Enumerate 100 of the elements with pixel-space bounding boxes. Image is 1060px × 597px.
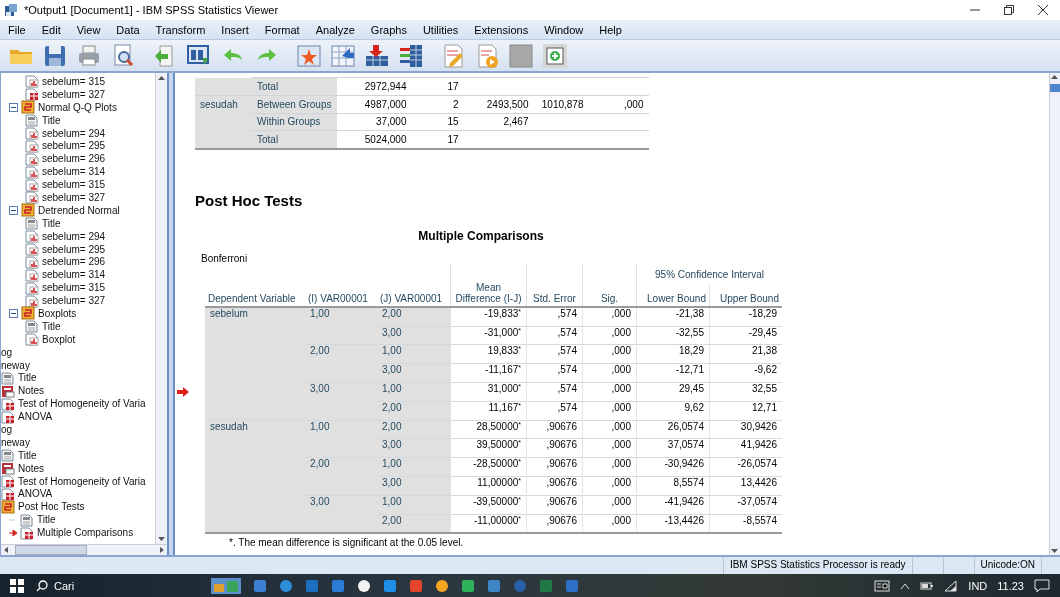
chart-icon bbox=[25, 254, 39, 269]
chevron-up-icon[interactable] bbox=[900, 581, 911, 590]
outline-item[interactable]: ANOVA bbox=[18, 411, 53, 423]
table-cell: -21,38 bbox=[636, 306, 710, 327]
keyboard-icon[interactable] bbox=[874, 579, 891, 592]
table-cell: 39,50000$^{*}$ bbox=[450, 438, 527, 458]
outline-item[interactable]: Post Hoc Tests bbox=[18, 501, 85, 513]
taskbar-app-icon[interactable] bbox=[357, 578, 371, 593]
menu-item[interactable]: Data bbox=[112, 23, 148, 36]
printer-icon[interactable] bbox=[76, 42, 102, 69]
title-icon bbox=[25, 319, 39, 334]
wifi-icon[interactable] bbox=[944, 579, 959, 592]
outline-item[interactable]: ANOVA bbox=[18, 488, 53, 500]
outline-item[interactable]: sebelum= 314 bbox=[42, 166, 106, 178]
table-cell: ,000 bbox=[582, 401, 637, 421]
table-cell: 19,833$^{*}$ bbox=[450, 344, 527, 364]
app-icon bbox=[4, 3, 18, 17]
menu-item[interactable]: Utilities bbox=[418, 23, 467, 36]
list-table-icon[interactable] bbox=[398, 42, 424, 69]
table-cell: -12,71 bbox=[636, 363, 710, 383]
clock[interactable]: 11.23 bbox=[997, 579, 1024, 592]
menu-item[interactable]: Edit bbox=[37, 23, 69, 36]
table-cell: -9,62 bbox=[709, 363, 782, 383]
close-icon[interactable] bbox=[1037, 4, 1049, 16]
table-cell: 2493,500 bbox=[463, 95, 534, 114]
outline-item[interactable]: Test of Homogeneity of Varia bbox=[18, 475, 146, 487]
outline-item[interactable]: sebelum= 295 bbox=[42, 243, 106, 255]
outline-item[interactable]: Title bbox=[18, 449, 37, 461]
menu-item[interactable]: Help bbox=[595, 23, 630, 36]
outline-item[interactable]: Notes bbox=[18, 462, 45, 474]
outline-item[interactable]: Title bbox=[37, 514, 56, 526]
outline-item[interactable]: sebelum= 327 bbox=[42, 295, 106, 307]
outline-item[interactable]: sebelum= 327 bbox=[42, 88, 106, 100]
outline-item[interactable]: neway bbox=[1, 359, 30, 371]
outline-item[interactable]: sebelum= 296 bbox=[42, 153, 106, 165]
chart-icon bbox=[25, 151, 39, 166]
download-table-icon[interactable] bbox=[364, 42, 390, 69]
menu-item[interactable]: Analyze bbox=[311, 23, 363, 36]
menu-item[interactable]: Format bbox=[260, 23, 308, 36]
picture-thumbnail-icon[interactable] bbox=[211, 577, 241, 594]
table-arrow-icon[interactable] bbox=[330, 42, 356, 69]
table-cell: 2,00 bbox=[305, 457, 377, 477]
expand-toggle[interactable] bbox=[9, 205, 18, 215]
outline-item[interactable]: sebelum= 314 bbox=[42, 269, 106, 281]
star-table-icon[interactable] bbox=[296, 42, 322, 69]
outline-item[interactable]: neway bbox=[1, 436, 30, 448]
language-indicator[interactable]: IND bbox=[968, 579, 988, 592]
outline-item[interactable]: sebelum= 294 bbox=[42, 230, 106, 242]
outline-item[interactable]: sebelum= 327 bbox=[42, 191, 106, 203]
horizontal-scrollbar[interactable] bbox=[1, 544, 167, 555]
menu-item[interactable]: Graphs bbox=[366, 23, 415, 36]
outline-item[interactable]: sebelum= 315 bbox=[42, 282, 106, 294]
menu-item[interactable]: Extensions bbox=[470, 23, 537, 36]
outline-item[interactable]: Title bbox=[42, 217, 61, 229]
outline-item[interactable]: Normal Q-Q Plots bbox=[38, 101, 117, 113]
menu-item[interactable]: File bbox=[4, 23, 34, 36]
table-cell: 1,00 bbox=[377, 457, 451, 477]
outline-item[interactable]: sebelum= 296 bbox=[42, 256, 106, 268]
outline-item[interactable]: og bbox=[1, 424, 13, 435]
table-cell: 12,71 bbox=[709, 401, 782, 421]
expand-toggle[interactable] bbox=[9, 102, 18, 112]
table-cell: 29,45 bbox=[636, 382, 710, 402]
table-cell: -26,0574 bbox=[709, 457, 782, 477]
table-cell: 1,00 bbox=[377, 344, 451, 364]
vertical-scrollbar[interactable] bbox=[155, 73, 167, 544]
battery-icon[interactable] bbox=[920, 580, 935, 591]
plus-square-icon[interactable] bbox=[542, 42, 568, 69]
menu-item[interactable]: Transform bbox=[151, 23, 214, 36]
outline-item[interactable]: Title bbox=[42, 320, 61, 332]
expand-toggle[interactable] bbox=[9, 308, 18, 318]
column-header: (I) VAR00001 bbox=[305, 264, 377, 307]
outline-item[interactable]: sebelum= 315 bbox=[42, 75, 106, 87]
outline-item[interactable]: sebelum= 315 bbox=[42, 179, 106, 191]
notification-icon[interactable] bbox=[1034, 578, 1050, 593]
outline-item[interactable]: og bbox=[1, 346, 13, 358]
window-title: *Output1 [Document1] - IBM SPSS Statistics Viewer bbox=[24, 4, 280, 16]
menu-item[interactable]: Insert bbox=[217, 23, 257, 36]
search-field[interactable]: Cari bbox=[54, 579, 75, 592]
menu-item[interactable]: Window bbox=[540, 23, 592, 36]
table-cell: ,000 bbox=[582, 420, 637, 439]
table-cell: 32,55 bbox=[709, 382, 782, 402]
outline-item[interactable]: Title bbox=[18, 372, 37, 384]
outline-item[interactable]: sebelum= 295 bbox=[42, 140, 106, 152]
scroll-thumb[interactable] bbox=[15, 545, 87, 555]
outline-item[interactable]: Test of Homogeneity of Varia bbox=[18, 398, 146, 410]
outline-item[interactable]: Boxplots bbox=[38, 307, 77, 319]
maximize-icon[interactable] bbox=[1003, 4, 1015, 16]
scroll-thumb[interactable] bbox=[1050, 84, 1060, 92]
taskbar-app-icon[interactable] bbox=[435, 578, 449, 593]
start-icon[interactable] bbox=[10, 578, 24, 593]
outline-item[interactable]: Title bbox=[42, 114, 61, 126]
outline-item[interactable]: Boxplot bbox=[42, 333, 76, 345]
table-cell: 37,0574 bbox=[636, 438, 710, 458]
outline-item[interactable]: sebelum= 294 bbox=[42, 127, 106, 139]
vertical-scrollbar[interactable] bbox=[1049, 73, 1060, 555]
outline-item[interactable]: Multiple Comparisons bbox=[37, 527, 134, 539]
outline-item[interactable]: Notes bbox=[18, 385, 45, 397]
outline-item[interactable]: Detrended Normal bbox=[38, 204, 120, 216]
table-cell: ,90676 bbox=[526, 420, 583, 439]
menu-item[interactable]: View bbox=[72, 23, 109, 36]
